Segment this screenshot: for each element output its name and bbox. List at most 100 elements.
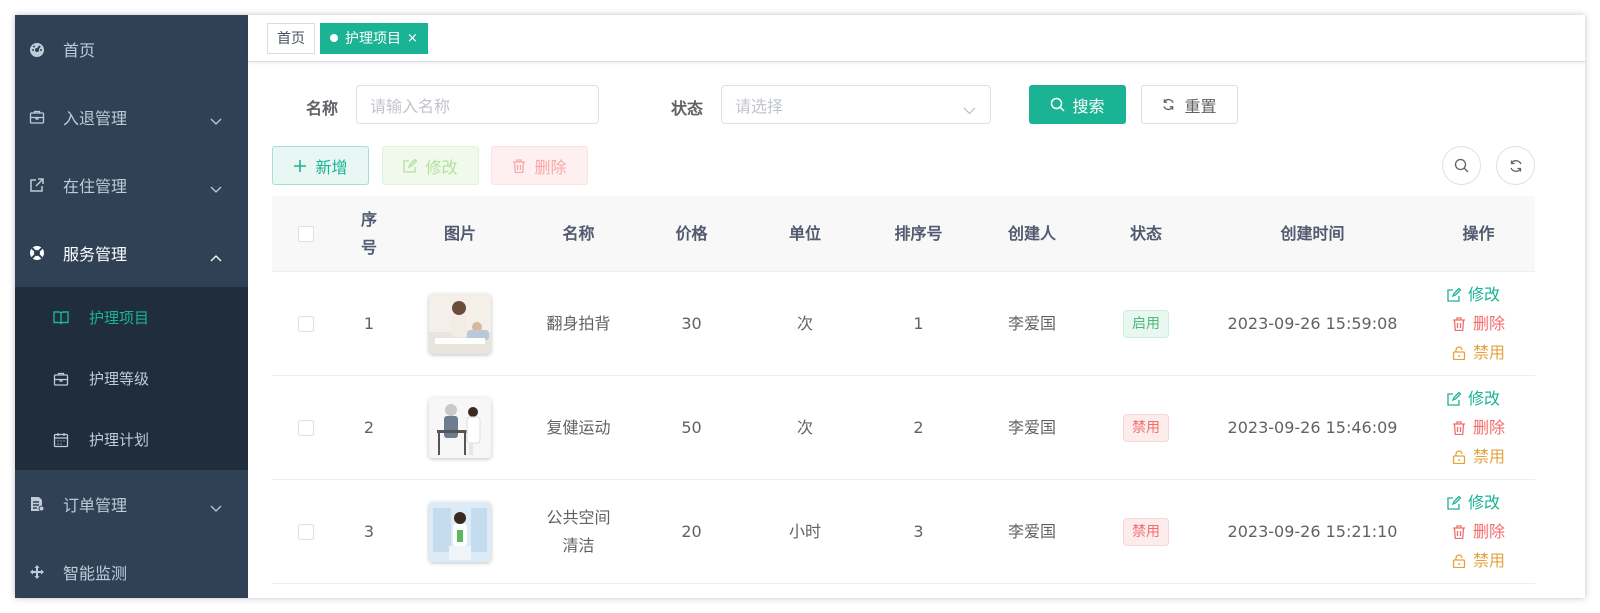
row-delete-label: 删除 xyxy=(1472,417,1505,437)
header-name: 名称 xyxy=(562,223,595,243)
header-unit: 单位 xyxy=(788,223,821,243)
cell-index: 3 xyxy=(363,521,375,541)
header-sort: 排序号 xyxy=(894,223,943,243)
sidebar-item-label: 入退管理 xyxy=(63,109,128,128)
row-select xyxy=(272,480,340,583)
reset-button[interactable]: 重置 xyxy=(1141,85,1238,124)
sidebar-item-monitor[interactable]: 智能监测 xyxy=(15,538,248,598)
add-button[interactable]: 新增 xyxy=(272,146,369,185)
sidebar-item-nursing-project[interactable]: 护理项目 xyxy=(15,287,248,348)
select-all-checkbox[interactable] xyxy=(298,225,314,242)
sidebar-item-service[interactable]: 服务管理 xyxy=(15,219,248,287)
row-checkbox[interactable] xyxy=(298,523,314,540)
external-link-icon xyxy=(29,177,45,193)
refresh-icon xyxy=(1509,159,1523,173)
plus-icon xyxy=(293,159,307,173)
row-delete-label: 删除 xyxy=(1472,521,1505,541)
cell-creator: 李爱国 xyxy=(1007,313,1056,333)
app-window: 首页 入退管理 在住管理 服务管理 护理项目 护理等级 护理计划 订单管理 智能… xyxy=(15,15,1585,598)
project-thumbnail[interactable] xyxy=(429,397,491,458)
cell-actions: 修改 删除 禁用 xyxy=(1422,480,1535,583)
lock-icon xyxy=(1452,345,1466,360)
close-icon[interactable]: × xyxy=(407,31,418,46)
cell-index: 2 xyxy=(363,417,375,437)
toggle-search-button[interactable] xyxy=(1442,146,1481,185)
sidebar-item-nursing-level[interactable]: 护理等级 xyxy=(15,348,248,409)
delete-button-label: 删除 xyxy=(534,157,567,177)
header-price: 价格 xyxy=(675,223,708,243)
book-icon xyxy=(53,310,69,326)
lock-icon xyxy=(1452,449,1466,464)
refresh-button[interactable] xyxy=(1496,146,1535,185)
row-disable-button[interactable]: 禁用 xyxy=(1452,338,1505,367)
cell-actions: 修改 删除 禁用 xyxy=(1422,376,1535,479)
move-icon xyxy=(29,564,45,580)
cell-price: 50 xyxy=(681,417,702,437)
tag-nursing-project[interactable]: 护理项目 × xyxy=(320,22,428,54)
row-checkbox[interactable] xyxy=(298,315,314,332)
row-edit-label: 修改 xyxy=(1467,388,1500,408)
edit-button[interactable]: 修改 xyxy=(382,146,479,185)
cell-created: 2023-09-26 15:46:09 xyxy=(1227,417,1398,437)
chevron-down-icon xyxy=(210,111,222,130)
row-edit-button[interactable]: 修改 xyxy=(1447,488,1500,517)
dashboard-icon xyxy=(29,41,45,57)
header-creator: 创建人 xyxy=(1007,223,1056,243)
sidebar-item-home[interactable]: 首页 xyxy=(15,15,248,83)
search-icon xyxy=(1050,97,1066,112)
tags-view: 首页 护理项目 × xyxy=(248,15,1585,62)
status-label: 状态 xyxy=(671,99,704,118)
header-select-all xyxy=(272,196,340,271)
active-dot-icon xyxy=(330,34,338,42)
trash-icon xyxy=(1452,420,1465,435)
table-header: 序 号 图片 名称 价格 单位 排序号 创建人 状态 创建时间 操作 xyxy=(272,196,1535,272)
status-select[interactable]: 请选择 xyxy=(721,85,991,124)
trash-icon xyxy=(1452,316,1465,331)
row-delete-button[interactable]: 删除 xyxy=(1452,309,1505,338)
row-delete-button[interactable]: 删除 xyxy=(1452,413,1505,442)
row-disable-button[interactable]: 禁用 xyxy=(1452,442,1505,471)
briefcase-icon xyxy=(53,371,69,387)
row-disable-button[interactable]: 禁用 xyxy=(1452,546,1505,575)
cell-creator: 李爱国 xyxy=(1007,521,1056,541)
name-input[interactable]: 请输入名称 xyxy=(356,85,599,124)
refresh-icon xyxy=(1162,98,1175,111)
search-icon xyxy=(1454,158,1469,173)
sidebar-item-label: 在住管理 xyxy=(63,177,128,196)
header-image: 图片 xyxy=(443,223,476,243)
row-delete-label: 删除 xyxy=(1472,313,1505,333)
cell-created: 2023-09-26 15:21:10 xyxy=(1227,521,1398,541)
search-button[interactable]: 搜索 xyxy=(1029,85,1126,124)
row-checkbox[interactable] xyxy=(298,419,314,436)
project-thumbnail[interactable] xyxy=(429,501,491,562)
cell-unit: 次 xyxy=(796,313,813,333)
cell-index: 1 xyxy=(363,313,375,333)
sidebar-item-nursing-plan[interactable]: 护理计划 xyxy=(15,409,248,470)
row-disable-label: 禁用 xyxy=(1472,446,1505,466)
sidebar-item-checkin[interactable]: 入退管理 xyxy=(15,83,248,151)
sidebar-item-orders[interactable]: 订单管理 xyxy=(15,470,248,538)
row-select xyxy=(272,376,340,479)
cell-creator: 李爱国 xyxy=(1007,417,1056,437)
sidebar-item-label: 首页 xyxy=(63,41,96,60)
row-delete-button[interactable]: 删除 xyxy=(1452,517,1505,546)
edit-icon xyxy=(403,158,418,173)
tag-home[interactable]: 首页 xyxy=(267,22,315,54)
main-content: 首页 护理项目 × 名称 请输入名称 状态 请选择 搜索 重置 新增 修改 删除… xyxy=(248,15,1585,598)
cell-status: 禁用 xyxy=(1089,376,1203,479)
cell-actions: 修改 删除 禁用 xyxy=(1422,272,1535,375)
sidebar-item-residence[interactable]: 在住管理 xyxy=(15,151,248,219)
row-edit-button[interactable]: 修改 xyxy=(1447,384,1500,413)
status-select-placeholder: 请选择 xyxy=(735,96,784,116)
cell-image xyxy=(398,376,522,479)
lock-icon xyxy=(1452,553,1466,568)
delete-button[interactable]: 删除 xyxy=(491,146,588,185)
table-toolbar: 新增 修改 删除 xyxy=(248,146,1585,186)
row-edit-button[interactable]: 修改 xyxy=(1447,280,1500,309)
sidebar-item-label: 智能监测 xyxy=(63,564,128,583)
project-thumbnail[interactable] xyxy=(429,293,491,354)
cell-name: 复健运动 xyxy=(546,417,611,437)
tag-label: 首页 xyxy=(277,31,305,47)
cell-sort: 3 xyxy=(913,521,924,541)
edit-button-label: 修改 xyxy=(425,157,458,177)
